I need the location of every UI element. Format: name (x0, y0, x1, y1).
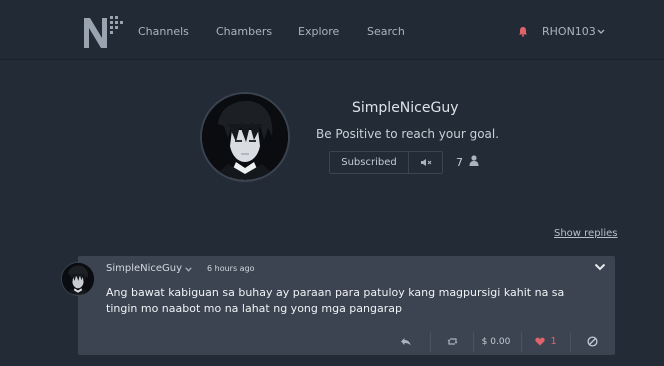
action-divider (521, 332, 522, 352)
top-nav: Channels Chambers Explore Search RHON103 (0, 0, 664, 60)
subscribe-group: Subscribed (329, 151, 443, 174)
tip-button[interactable]: $ 0.00 (479, 328, 513, 355)
chevron-down-icon[interactable] (185, 267, 192, 272)
show-replies-link[interactable]: Show replies (554, 228, 617, 239)
comment-card: SimpleNiceGuy 6 hours ago Ang bawat kabi… (78, 256, 615, 355)
block-icon (586, 336, 598, 347)
profile-name: SimpleNiceGuy (352, 100, 459, 116)
block-button[interactable] (583, 328, 601, 355)
like-count: 1 (550, 336, 557, 347)
profile-tagline: Be Positive to reach your goal. (316, 127, 500, 141)
action-divider (473, 332, 474, 352)
person-icon (469, 155, 479, 166)
bell-icon[interactable] (518, 26, 528, 37)
subscriber-count: 7 (456, 156, 463, 169)
mute-notifications-button[interactable] (409, 152, 442, 173)
comment-body: Ang bawat kabiguan sa buhay ay paraan pa… (106, 286, 565, 315)
nav-channels[interactable]: Channels (138, 25, 189, 38)
comment-actions: $ 0.00 1 (78, 328, 615, 355)
action-divider (430, 332, 431, 352)
repost-icon (447, 338, 457, 345)
like-button[interactable]: 1 (530, 328, 562, 355)
mute-icon (420, 159, 431, 166)
nav-search[interactable]: Search (367, 25, 405, 38)
avatar-illustration (62, 263, 94, 295)
comment-author[interactable]: SimpleNiceGuy (106, 263, 182, 274)
comment-timestamp: 6 hours ago (207, 264, 255, 273)
avatar-illustration (202, 94, 288, 180)
repost-button[interactable] (441, 328, 463, 355)
logo-icon[interactable] (80, 12, 124, 52)
subscribed-button[interactable]: Subscribed (330, 152, 409, 173)
collapse-chevron-icon[interactable] (594, 263, 606, 271)
nav-explore[interactable]: Explore (298, 25, 339, 38)
heart-icon (535, 337, 545, 346)
reply-button[interactable] (394, 328, 416, 355)
nav-chambers[interactable]: Chambers (216, 25, 272, 38)
action-divider (570, 332, 571, 352)
profile-avatar (200, 92, 290, 182)
reply-icon (400, 338, 410, 346)
chevron-down-icon[interactable] (597, 29, 605, 35)
comment-avatar[interactable] (61, 262, 95, 296)
user-menu-name[interactable]: RHON103 (542, 25, 596, 38)
